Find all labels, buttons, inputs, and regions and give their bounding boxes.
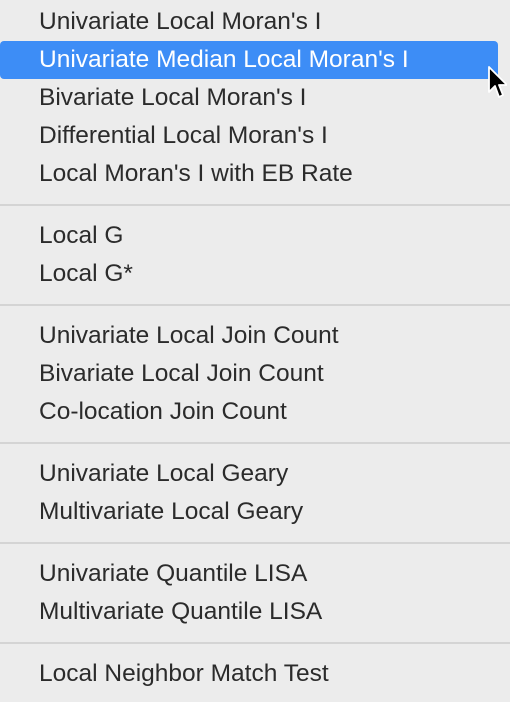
menu-separator <box>0 431 510 455</box>
menu-item-co-location-join-count[interactable]: Co-location Join Count <box>0 393 504 431</box>
menu-item-multivariate-local-geary[interactable]: Multivariate Local Geary <box>0 493 504 531</box>
menu-item-differential-local-morans-i[interactable]: Differential Local Moran's I <box>0 117 504 155</box>
menu-item-univariate-local-morans-i[interactable]: Univariate Local Moran's I <box>0 3 504 41</box>
menu-item-local-g-star[interactable]: Local G* <box>0 255 504 293</box>
context-menu: Univariate Local Moran's I Univariate Me… <box>0 0 510 702</box>
menu-item-local-g[interactable]: Local G <box>0 217 504 255</box>
menu-separator <box>0 631 510 655</box>
menu-item-univariate-local-geary[interactable]: Univariate Local Geary <box>0 455 504 493</box>
menu-item-univariate-median-local-morans-i[interactable]: Univariate Median Local Moran's I <box>0 41 498 79</box>
menu-separator <box>0 293 510 317</box>
menu-separator <box>0 531 510 555</box>
menu-item-bivariate-local-morans-i[interactable]: Bivariate Local Moran's I <box>0 79 504 117</box>
arrow-cursor-icon <box>488 66 507 98</box>
menu-item-local-morans-i-eb-rate[interactable]: Local Moran's I with EB Rate <box>0 155 504 193</box>
menu-item-univariate-quantile-lisa[interactable]: Univariate Quantile LISA <box>0 555 504 593</box>
menu-separator <box>0 193 510 217</box>
menu-item-multivariate-quantile-lisa[interactable]: Multivariate Quantile LISA <box>0 593 504 631</box>
menu-item-local-neighbor-match-test[interactable]: Local Neighbor Match Test <box>0 655 504 693</box>
menu-item-bivariate-local-join-count[interactable]: Bivariate Local Join Count <box>0 355 504 393</box>
menu-item-univariate-local-join-count[interactable]: Univariate Local Join Count <box>0 317 504 355</box>
